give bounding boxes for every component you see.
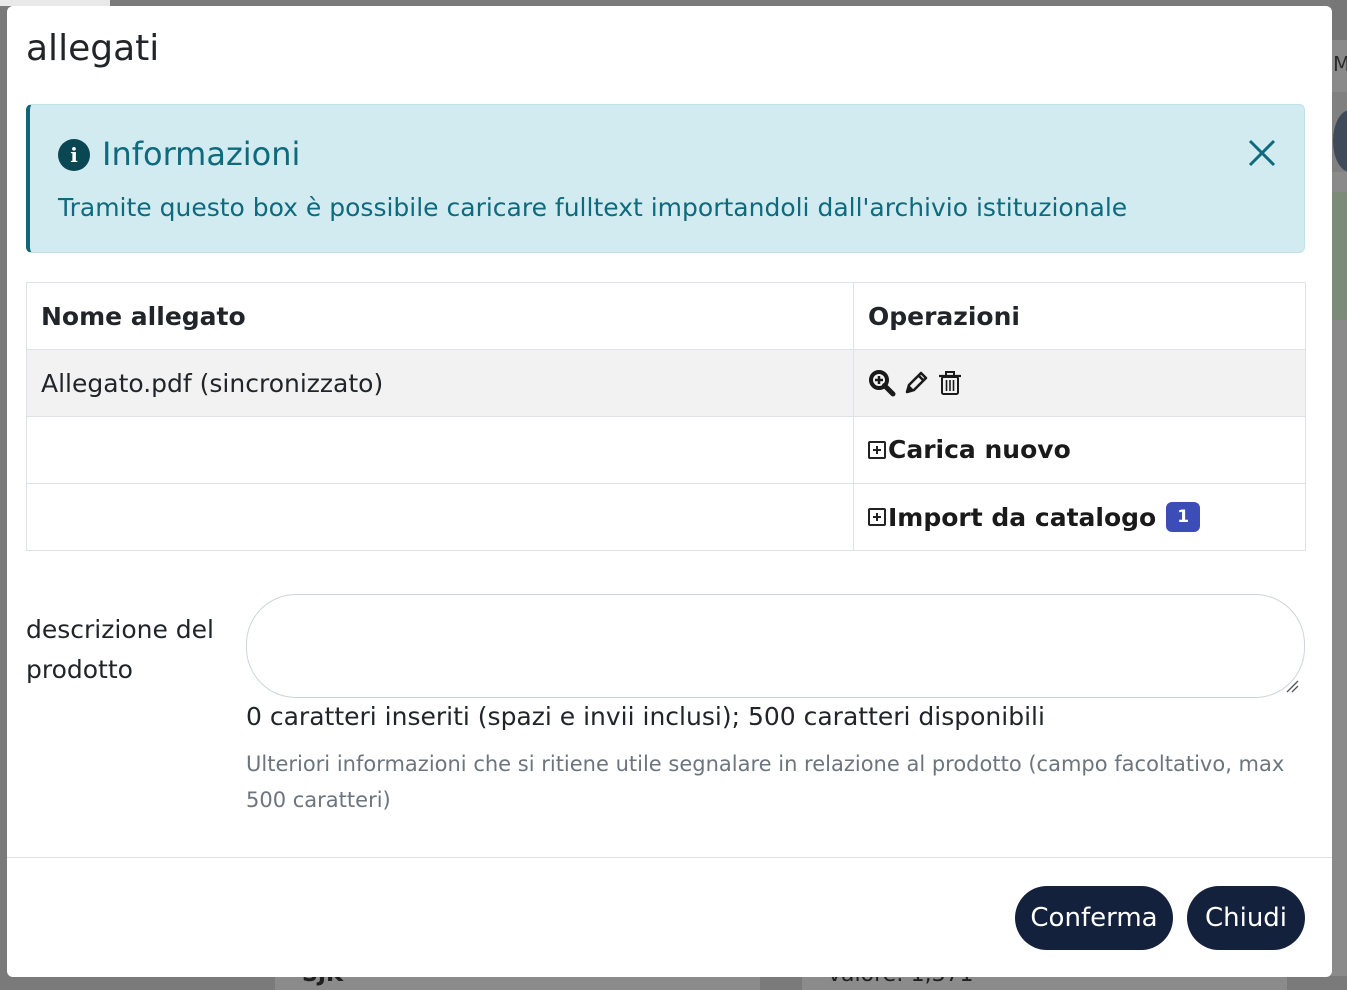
- plus-square-icon: [868, 508, 886, 526]
- description-help-text: Ulteriori informazioni che si ritiene ut…: [246, 752, 1285, 812]
- empty-cell: [26, 416, 854, 484]
- alert-close-button[interactable]: [1242, 133, 1282, 173]
- attachment-name: Allegato.pdf (sincronizzato): [26, 349, 854, 417]
- table-row: Allegato.pdf (sincronizzato): [26, 349, 1306, 417]
- alert-title: Informazioni: [102, 135, 301, 173]
- column-header-name: Nome allegato: [26, 282, 854, 350]
- resize-grip-icon[interactable]: [1285, 679, 1299, 693]
- description-textarea[interactable]: [246, 594, 1305, 698]
- close-button[interactable]: Chiudi: [1187, 886, 1305, 950]
- column-header-operations: Operazioni: [853, 282, 1306, 350]
- import-from-catalog-label: Import da catalogo: [888, 502, 1157, 532]
- alert-text: Tramite questo box è possibile caricare …: [58, 193, 1128, 222]
- count-badge: 1: [1166, 502, 1201, 532]
- info-alert: i Informazioni Tramite questo box è poss…: [26, 104, 1305, 253]
- plus-square-icon: [868, 440, 886, 459]
- background-text-fragment: M: [1333, 52, 1347, 76]
- confirm-button[interactable]: Conferma: [1015, 886, 1173, 950]
- character-counter: 0 caratteri inseriti (spazi e invii incl…: [246, 702, 1045, 731]
- pencil-icon[interactable]: [902, 369, 930, 397]
- description-label: descrizione del prodotto: [26, 615, 214, 684]
- attachments-table: Nome allegato Operazioni Allegato.pdf (s…: [26, 282, 1306, 551]
- table-row: Carica nuovo: [26, 416, 1306, 484]
- table-header-row: Nome allegato Operazioni: [26, 282, 1306, 350]
- close-icon: [1248, 139, 1276, 167]
- table-row: Import da catalogo 1: [26, 483, 1306, 551]
- import-cell: Import da catalogo 1: [853, 483, 1306, 551]
- empty-cell: [26, 483, 854, 551]
- attachments-modal: allegati i Informazioni Tramite questo b…: [7, 6, 1332, 977]
- upload-cell: Carica nuovo: [853, 416, 1306, 484]
- upload-new-link[interactable]: Carica nuovo: [868, 435, 1071, 464]
- info-circle-icon: i: [58, 139, 90, 171]
- zoom-in-icon[interactable]: [868, 369, 896, 397]
- trash-icon[interactable]: [936, 369, 964, 397]
- modal-title: allegati: [26, 28, 160, 69]
- attachment-operations: [853, 349, 1306, 417]
- import-from-catalog-link[interactable]: Import da catalogo 1: [868, 502, 1201, 532]
- footer-divider: [7, 857, 1332, 858]
- upload-new-label: Carica nuovo: [888, 435, 1071, 465]
